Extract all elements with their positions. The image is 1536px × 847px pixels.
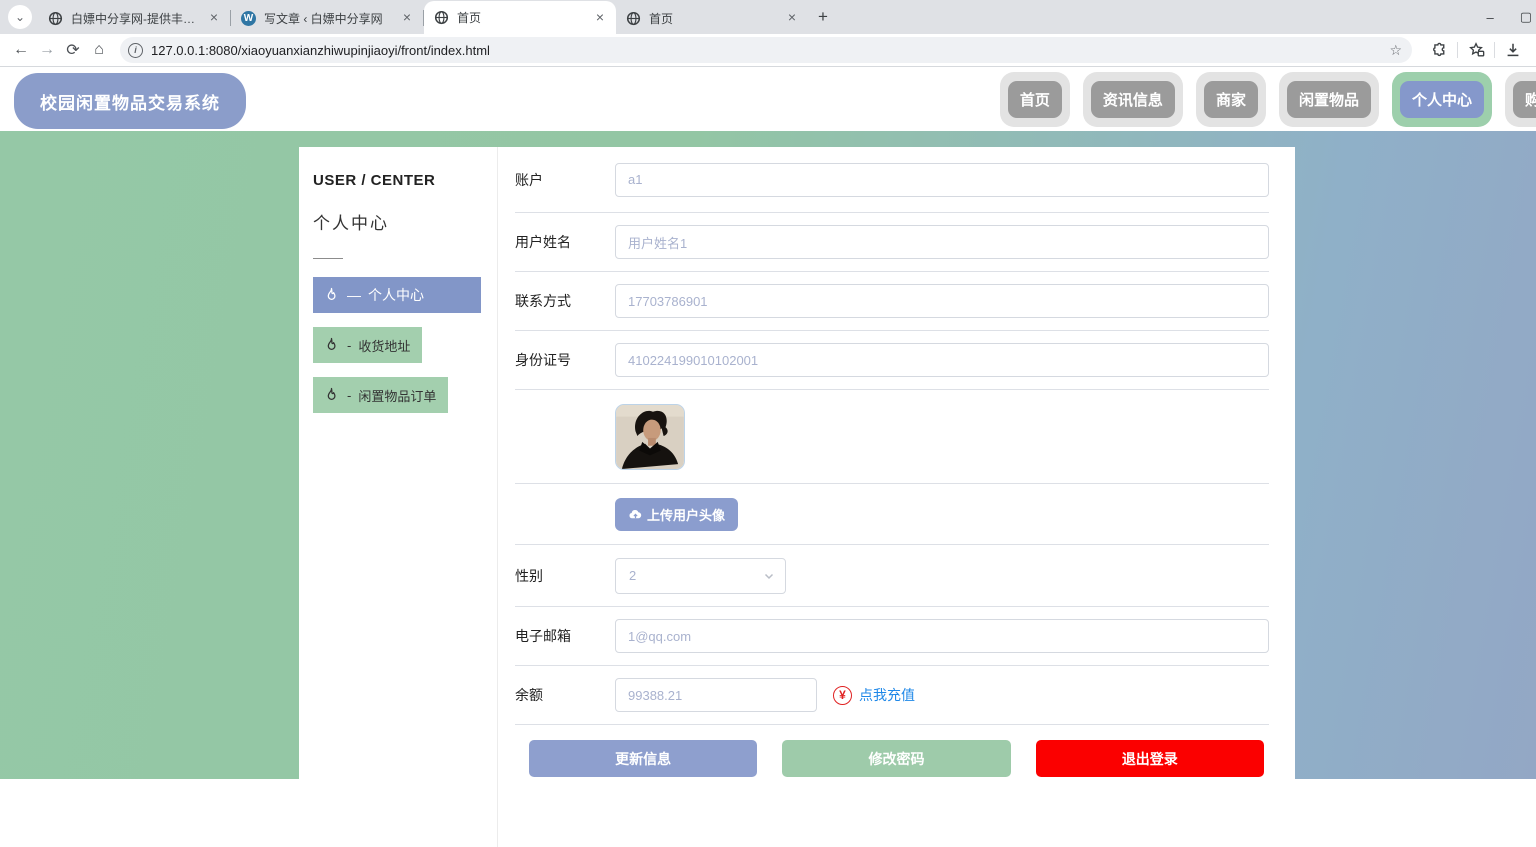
- item-label: 闲置物品订单: [358, 388, 437, 404]
- field-label: 联系方式: [515, 293, 571, 309]
- sidebar-item-idle-goods-orders[interactable]: - 闲置物品订单: [313, 377, 449, 413]
- form-row-phone: 联系方式: [515, 272, 1269, 331]
- bookmarks-badge-icon[interactable]: [1467, 41, 1485, 59]
- tab-close-icon[interactable]: ×: [399, 10, 415, 26]
- item-dash: -: [347, 337, 352, 353]
- new-tab-button[interactable]: +: [818, 7, 828, 27]
- username-input[interactable]: [615, 225, 1269, 259]
- tab-title: 白嫖中分享网-提供丰富的 Java: [71, 11, 198, 26]
- nav-item-merchant[interactable]: 商家: [1195, 72, 1266, 127]
- toolbar-separator: [1457, 42, 1458, 58]
- form-row-upload: 上传用户头像: [515, 484, 1269, 545]
- chevron-down-icon: [764, 573, 774, 579]
- item-dash: -: [347, 387, 352, 403]
- breadcrumb: USER / CENTER: [313, 172, 436, 189]
- field-label: 余额: [515, 687, 543, 703]
- update-info-button[interactable]: 更新信息: [529, 740, 758, 777]
- form-row-id-number: 身份证号: [515, 331, 1269, 390]
- flame-icon: [327, 337, 336, 350]
- site-info-icon[interactable]: i: [128, 42, 143, 58]
- nav-item-user-center[interactable]: 个人中心: [1391, 72, 1492, 127]
- field-label: 用户姓名: [515, 234, 571, 250]
- browser-tab-active[interactable]: 首页 ×: [424, 1, 616, 34]
- form-row-account: 账户: [515, 147, 1269, 213]
- sidebar-item-shipping-address[interactable]: - 收货地址: [313, 327, 423, 363]
- gender-value: 2: [629, 568, 637, 583]
- site-header: 校园闲置物品交易系统 首页 资讯信息 商家 闲置物品 个人中心 购物车: [0, 67, 1536, 131]
- nav-item-idle-goods[interactable]: 闲置物品: [1278, 72, 1379, 127]
- back-icon[interactable]: ←: [8, 41, 34, 59]
- form-row-gender: 性别 2: [515, 545, 1269, 607]
- forward-icon[interactable]: →: [34, 41, 60, 59]
- field-label: 账户: [515, 171, 543, 188]
- page-background: USER / CENTER 个人中心 — 个人中心 - 收货地址 - 闲置物品订…: [0, 131, 1536, 847]
- window-controls: – ▢: [1486, 0, 1536, 34]
- email-input[interactable]: [615, 619, 1269, 653]
- extensions-icon[interactable]: [1431, 42, 1448, 59]
- tab-title: 写文章 ‹ 白嫖中分享网: [264, 11, 383, 26]
- sidebar-item-user-center[interactable]: — 个人中心: [313, 277, 481, 313]
- wordpress-icon: W: [241, 10, 256, 26]
- tab-close-icon[interactable]: ×: [206, 10, 222, 26]
- toolbar-separator: [1494, 42, 1495, 58]
- cloud-upload-icon: [629, 509, 642, 518]
- globe-icon: [48, 11, 63, 25]
- globe-icon: [626, 11, 641, 25]
- item-label: 个人中心: [368, 287, 424, 303]
- site-logo[interactable]: 校园闲置物品交易系统: [14, 73, 246, 129]
- profile-form: 账户 用户姓名 联系方式 身份证号: [498, 147, 1295, 847]
- tab-title: 首页: [457, 11, 482, 25]
- divider: [313, 258, 343, 259]
- browser-tab-strip: ⌄ 白嫖中分享网-提供丰富的 Java × W 写文章 ‹ 白嫖中分享网 × 首…: [0, 0, 1536, 34]
- recharge-link[interactable]: 点我充值: [859, 685, 915, 705]
- url-field[interactable]: i 127.0.0.1:8080/xiaoyuanxianzhiwupinjia…: [120, 37, 1412, 63]
- globe-icon: [434, 10, 449, 25]
- minimize-button[interactable]: –: [1486, 10, 1493, 25]
- main-nav: 首页 资讯信息 商家 闲置物品 个人中心 购物车: [999, 72, 1536, 127]
- sidebar-title: 个人中心: [313, 214, 389, 233]
- item-label: 收货地址: [358, 338, 411, 354]
- maximize-button[interactable]: ▢: [1520, 9, 1532, 25]
- download-icon[interactable]: [1504, 41, 1522, 59]
- phone-input[interactable]: [615, 284, 1269, 318]
- form-row-balance: 余额 ¥ 点我充值: [515, 666, 1269, 725]
- balance-input[interactable]: [615, 678, 817, 712]
- user-avatar: [615, 403, 685, 470]
- nav-item-home[interactable]: 首页: [999, 72, 1070, 127]
- logout-button[interactable]: 退出登录: [1035, 740, 1264, 777]
- item-dash: —: [347, 287, 361, 303]
- yen-icon: ¥: [833, 685, 852, 705]
- form-row-username: 用户姓名: [515, 213, 1269, 272]
- form-row-email: 电子邮箱: [515, 607, 1269, 666]
- content-card: USER / CENTER 个人中心 — 个人中心 - 收货地址 - 闲置物品订…: [299, 147, 1295, 847]
- browser-address-bar: ← → ⟳ ⌂ i 127.0.0.1:8080/xiaoyuanxianzhi…: [0, 34, 1536, 67]
- tab-close-icon[interactable]: ×: [592, 9, 608, 26]
- bookmark-star-icon[interactable]: ☆: [1389, 42, 1402, 59]
- url-text[interactable]: 127.0.0.1:8080/xiaoyuanxianzhiwupinjiaoy…: [151, 43, 1389, 58]
- nav-item-cart[interactable]: 购物车: [1504, 72, 1536, 127]
- browser-tab[interactable]: W 写文章 ‹ 白嫖中分享网 ×: [231, 2, 423, 34]
- change-password-button[interactable]: 修改密码: [782, 740, 1011, 777]
- tab-search-icon[interactable]: ⌄: [8, 5, 32, 29]
- reload-icon[interactable]: ⟳: [60, 40, 86, 60]
- home-icon[interactable]: ⌂: [86, 41, 112, 59]
- flame-icon: [327, 287, 336, 300]
- gender-select[interactable]: 2: [615, 557, 786, 594]
- form-actions: 更新信息 修改密码 退出登录: [515, 725, 1269, 777]
- nav-item-news[interactable]: 资讯信息: [1082, 72, 1183, 127]
- tab-title: 首页: [649, 11, 674, 26]
- id-number-input[interactable]: [615, 343, 1269, 377]
- flame-icon: [327, 387, 336, 400]
- browser-tab[interactable]: 白嫖中分享网-提供丰富的 Java ×: [38, 2, 230, 34]
- user-center-sidebar: USER / CENTER 个人中心 — 个人中心 - 收货地址 - 闲置物品订…: [299, 147, 498, 847]
- sidebar-menu: — 个人中心 - 收货地址 - 闲置物品订单: [313, 277, 483, 413]
- field-label: 身份证号: [515, 352, 571, 368]
- field-label: 电子邮箱: [515, 628, 571, 644]
- form-row-avatar: [515, 390, 1269, 484]
- tab-close-icon[interactable]: ×: [784, 10, 800, 26]
- browser-tab[interactable]: 首页 ×: [616, 2, 808, 34]
- field-label: 性别: [515, 567, 543, 584]
- upload-avatar-button[interactable]: 上传用户头像: [615, 497, 739, 531]
- account-input[interactable]: [615, 162, 1269, 197]
